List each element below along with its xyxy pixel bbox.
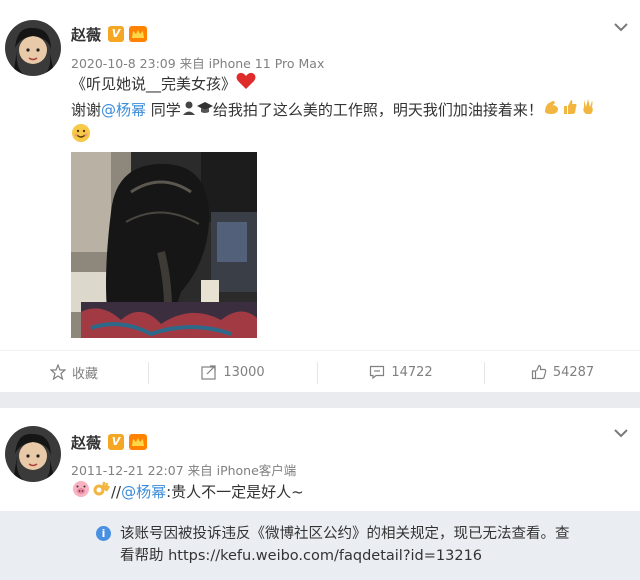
post-text: //@杨幂:贵人不一定是好人~ [71, 480, 304, 505]
vip-crown-icon[interactable] [129, 434, 147, 450]
chevron-down-icon[interactable] [613, 428, 629, 438]
avatar[interactable] [5, 20, 61, 76]
post-text-body: :贵人不一定是好人~ [166, 483, 304, 501]
notice-line-2[interactable]: 看帮助 https://kefu.weibo.com/faqdetail?id=… [120, 545, 620, 567]
vip-crown-icon[interactable] [129, 26, 147, 42]
student-icon [181, 99, 197, 123]
post-source: 来自 iPhone客户端 [187, 463, 297, 478]
post-text-line-1: 《听见她说__完美女孩》 [71, 72, 256, 97]
like-count: 54287 [552, 364, 595, 380]
repost-icon [201, 365, 216, 380]
post-text-line-2: 谢谢@杨幂 同学 给我拍了这么美的工作照，明天我们加油接着来！ [71, 98, 597, 123]
victory-hand-icon [579, 98, 597, 123]
star-icon [49, 364, 66, 380]
post-source: 来自 iPhone 11 Pro Max [179, 56, 325, 71]
post-meta: 2020-10-8 23:09 来自 iPhone 11 Pro Max [71, 53, 324, 72]
ok-hand-icon [91, 480, 111, 505]
repost-button[interactable]: 13000 [149, 351, 317, 393]
favorite-label: 收藏 [71, 366, 98, 382]
thumbs-up-icon [561, 98, 579, 123]
post-text-thanks: 谢谢 [71, 101, 102, 119]
graduation-cap-icon [196, 99, 213, 123]
user-name[interactable]: 赵薇 [71, 24, 101, 45]
post-action-bar: 收藏 13000 14722 54287 [0, 350, 640, 392]
post-photo[interactable] [71, 152, 257, 338]
smile-emoji-icon [71, 123, 91, 150]
red-heart-icon [236, 72, 256, 97]
user-name[interactable]: 赵薇 [71, 432, 101, 453]
notice-line-1: 该账号因被投诉违反《微博社区公约》的相关规定，现已无法查看。查 [120, 526, 570, 542]
comment-button[interactable]: 14722 [318, 351, 484, 393]
repost-chain-separator: // [111, 483, 122, 501]
post-meta: 2011-12-21 22:07 来自 iPhone客户端 [71, 460, 296, 479]
info-icon: i [96, 526, 111, 541]
post-text-classmate: 同学 [146, 101, 181, 119]
notice-text: 该账号因被投诉违反《微博社区公约》的相关规定，现已无法查看。查 看帮助 http… [120, 523, 620, 567]
verified-v-icon: V [108, 26, 124, 42]
post-text-body: 给我拍了这么美的工作照，明天我们加油接着来！ [212, 101, 543, 119]
pig-face-icon [71, 480, 91, 505]
weibo-post-card: 赵薇 V 2020-10-8 23:09 来自 iPhone 11 Pro Ma… [0, 0, 640, 392]
mention-link[interactable]: @杨幂 [101, 101, 146, 119]
repost-count: 13000 [223, 364, 265, 380]
like-button[interactable]: 54287 [485, 351, 640, 393]
post-title-text: 《听见她说__完美女孩》 [71, 75, 237, 93]
post-text-line-3 [71, 123, 91, 150]
mention-link[interactable]: @杨幂 [121, 483, 166, 501]
favorite-button[interactable]: 收藏 [0, 351, 148, 393]
muscle-icon [543, 98, 561, 123]
deleted-content-notice: i 该账号因被投诉违反《微博社区公约》的相关规定，现已无法查看。查 看帮助 ht… [0, 511, 640, 580]
post-timestamp[interactable]: 2020-10-8 23:09 [71, 56, 176, 71]
avatar[interactable] [5, 426, 61, 482]
chevron-down-icon[interactable] [613, 22, 629, 32]
post-timestamp[interactable]: 2011-12-21 22:07 [71, 463, 184, 478]
thumbs-up-outline-icon [531, 364, 547, 380]
verified-v-icon: V [108, 434, 124, 450]
comment-icon [370, 365, 385, 380]
comment-count: 14722 [391, 364, 433, 380]
weibo-post-card: 赵薇 V 2011-12-21 22:07 来自 iPhone客户端 //@杨幂… [0, 408, 640, 580]
